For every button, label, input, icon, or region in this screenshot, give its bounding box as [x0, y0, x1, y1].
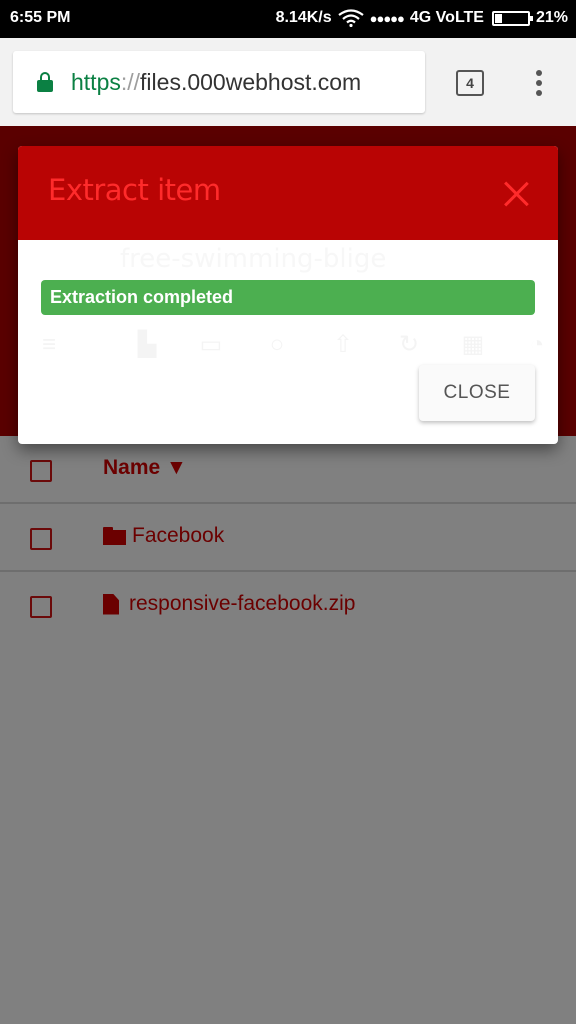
file-icon — [103, 593, 119, 615]
upload-icon: ⇧ — [332, 331, 354, 358]
file-list: Name ▼ Facebook responsive-facebook.zip — [0, 436, 576, 1024]
clock: 6:55 PM — [10, 9, 71, 26]
row-checkbox[interactable] — [30, 528, 52, 550]
network-speed: 8.14K/s — [275, 9, 332, 26]
menu-icon: ≡ — [41, 331, 56, 358]
browser-toolbar: https://files.000webhost.com 4 — [0, 38, 576, 126]
file-name[interactable]: Facebook — [132, 524, 224, 548]
faded-page-title: free-swimming-blige — [120, 244, 387, 274]
signal-strength-icon: ●●●●● — [369, 10, 405, 26]
url-separator: :// — [120, 68, 141, 95]
lock-icon — [37, 72, 53, 92]
close-icon[interactable] — [502, 180, 530, 208]
wifi-icon — [337, 9, 364, 27]
tab-count: 4 — [466, 75, 474, 91]
name-column-header[interactable]: Name ▼ — [103, 456, 187, 480]
new-file-icon: ▙ — [137, 331, 157, 358]
table-header: Name ▼ — [0, 436, 576, 504]
status-indicators: 8.14K/s ●●●●● 4G VoLTE 21% — [276, 9, 568, 27]
tab-switcher-button[interactable]: 4 — [456, 70, 484, 96]
address-bar[interactable]: https://files.000webhost.com — [13, 51, 425, 113]
extract-item-dialog: Extract item free-swimming-blige Extract… — [18, 146, 558, 444]
battery-percent: 21% — [535, 9, 568, 26]
url-scheme: https — [71, 68, 121, 95]
battery-level — [494, 13, 502, 23]
new-folder-icon: ▭ — [199, 331, 223, 358]
status-bar: 6:55 PM 8.14K/s ●●●●● 4G VoLTE 21% — [0, 0, 576, 38]
faded-toolbar: ≡ ▙ ▭ ○ ⇧ ↻ ▦ ◔ — [18, 324, 558, 364]
grid-view-icon: ▦ — [461, 331, 485, 358]
screen: 6:55 PM 8.14K/s ●●●●● 4G VoLTE 21% https… — [0, 0, 576, 1024]
info-icon: ◔ — [529, 331, 545, 358]
network-type: 4G VoLTE — [409, 9, 484, 26]
folder-icon — [103, 527, 126, 545]
select-all-checkbox[interactable] — [30, 460, 52, 482]
alert-text: Extraction completed — [50, 287, 234, 307]
row-checkbox[interactable] — [30, 596, 52, 618]
success-alert: Extraction completed — [41, 280, 535, 315]
refresh-icon: ↻ — [398, 331, 420, 358]
battery-icon — [491, 10, 533, 26]
file-name[interactable]: responsive-facebook.zip — [129, 592, 355, 616]
dialog-header: Extract item — [18, 146, 558, 240]
table-row[interactable]: responsive-facebook.zip — [0, 572, 576, 640]
dialog-title: Extract item — [48, 173, 221, 207]
url-host: files.000webhost.com — [140, 68, 362, 95]
search-icon: ○ — [269, 331, 285, 358]
more-vert-icon[interactable] — [529, 66, 549, 100]
close-button[interactable]: CLOSE — [419, 365, 535, 421]
table-row[interactable]: Facebook — [0, 504, 576, 572]
